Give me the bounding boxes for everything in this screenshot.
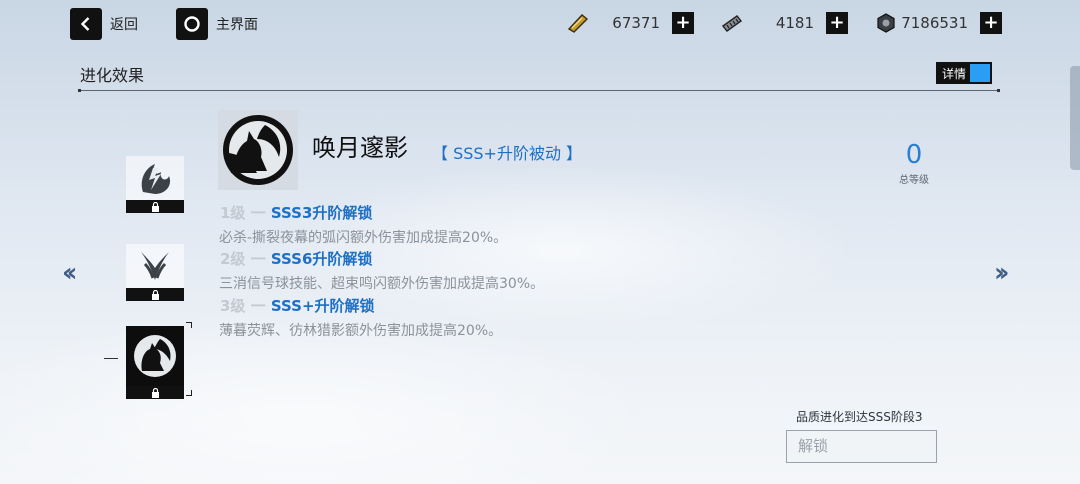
section-title: 进化效果	[80, 66, 145, 85]
resource-gold: 67371 +	[566, 10, 694, 36]
ammo-value: 4181	[775, 14, 814, 32]
home-button[interactable]: 主界面	[176, 8, 258, 40]
skill-thumb-1[interactable]	[126, 156, 184, 213]
lock-bar	[126, 200, 184, 213]
detail-toggle-label: 详情	[942, 66, 967, 81]
selection-corner	[186, 390, 192, 396]
lock-icon	[151, 387, 159, 398]
lock-icon	[151, 289, 159, 300]
tier-1-heading: 1级 一 SSS3升阶解锁	[220, 202, 372, 223]
gear-nut-icon	[874, 11, 898, 35]
detail-toggle[interactable]: 详情	[936, 62, 992, 84]
chevron-left-icon	[70, 8, 102, 40]
skill-name: 唤月邃影	[312, 134, 408, 162]
selection-pointer	[104, 358, 118, 359]
home-circle-icon	[176, 8, 208, 40]
lightning-wolf-icon	[126, 156, 184, 200]
back-button[interactable]: 返回	[70, 8, 138, 40]
tier-3-heading: 3级 一 SSS+升阶解锁	[220, 295, 375, 316]
top-bar: 返回 主界面 67371 + 4181 + 7186531 +	[0, 0, 1080, 48]
resource-gear: 7186531 +	[874, 10, 1002, 36]
unlock-button[interactable]: 解锁	[786, 430, 937, 463]
total-level-caption: 总等级	[899, 175, 929, 186]
skill-thumb-3-selected[interactable]	[126, 326, 184, 399]
back-label: 返回	[110, 17, 138, 33]
tier-3-name: SSS+升阶解锁	[270, 297, 375, 315]
tier-1-name: SSS3升阶解锁	[270, 204, 373, 222]
next-arrow-button[interactable]: ››	[994, 258, 1010, 288]
tier-2-heading: 2级 一 SSS6升阶解锁	[220, 248, 372, 269]
tier-2-description: 三消信号球技能、超束鸣闪额外伤害加成提高30%。	[219, 276, 545, 292]
unlock-condition: 品质进化到达SSS阶段3	[796, 410, 923, 424]
section-divider	[78, 89, 1000, 92]
gold-bar-icon	[566, 11, 590, 35]
tier-2-level: 2级 一	[220, 250, 271, 268]
tier-3-level: 3级 一	[220, 297, 271, 315]
lock-icon	[151, 201, 159, 212]
ammo-clip-icon	[720, 11, 744, 35]
skill-tag: 【 SSS+升阶被动 】	[432, 144, 583, 163]
claw-slash-icon	[126, 244, 184, 288]
add-gold-button[interactable]: +	[672, 12, 694, 34]
skill-thumb-2[interactable]	[126, 244, 184, 301]
gold-value: 67371	[612, 14, 660, 32]
scrollbar[interactable]	[1070, 66, 1080, 170]
moon-wolf-emblem-icon	[223, 115, 293, 185]
toggle-knob	[970, 64, 990, 82]
add-ammo-button[interactable]: +	[826, 12, 848, 34]
lock-bar	[126, 288, 184, 301]
selection-corner	[186, 322, 192, 328]
gear-value: 7186531	[901, 14, 968, 32]
tier-2-name: SSS6升阶解锁	[270, 250, 373, 268]
prev-arrow-button[interactable]: ‹‹	[62, 258, 78, 288]
tier-1-description: 必杀-撕裂夜幕的弧闪额外伤害加成提高20%。	[219, 230, 508, 246]
tier-1-level: 1级 一	[220, 204, 271, 222]
tier-3-description: 薄暮荧辉、彷林猎影额外伤害加成提高20%。	[219, 323, 503, 339]
skill-main-icon	[218, 110, 298, 190]
home-label: 主界面	[216, 17, 258, 33]
moon-wolf-icon	[126, 326, 184, 386]
lock-bar	[126, 386, 184, 399]
add-gear-button[interactable]: +	[980, 12, 1002, 34]
total-level-value: 0	[905, 140, 923, 170]
resource-ammo: 4181 +	[720, 10, 848, 36]
